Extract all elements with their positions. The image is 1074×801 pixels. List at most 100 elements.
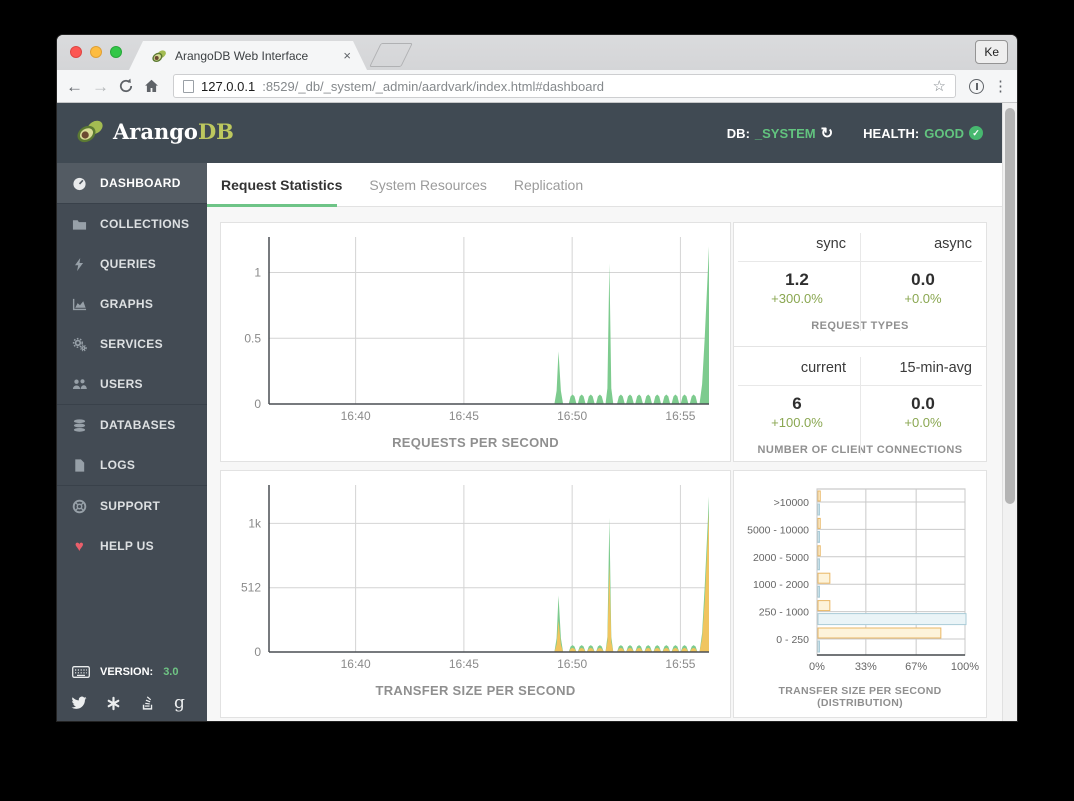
stat-col-header: sync [734, 236, 860, 252]
db-selector[interactable]: DB: _SYSTEM ↻ [727, 124, 833, 142]
area-chart-icon [72, 297, 87, 312]
transfer-size-panel: 16:4016:4516:5016:5505121k TRANSFER SIZE… [220, 470, 731, 718]
health-indicator: HEALTH: GOOD ✓ [863, 126, 983, 141]
svg-text:0: 0 [254, 645, 261, 659]
dashboard-content: 16:4016:4516:5016:5500.51 REQUESTS PER S… [207, 207, 1002, 721]
svg-text:33%: 33% [855, 661, 877, 673]
stat-delta: +300.0% [734, 291, 860, 306]
browser-menu-icon[interactable]: ⋮ [993, 77, 1008, 95]
address-bar[interactable]: 127.0.0.1 :8529/_db/_system/_admin/aardv… [173, 74, 956, 98]
sidebar-item-support[interactable]: SUPPORT [57, 486, 207, 526]
page-scrollbar[interactable] [1002, 103, 1017, 721]
keyboard-icon [72, 666, 90, 678]
close-window-button[interactable] [70, 46, 82, 58]
extension-icon[interactable] [969, 79, 984, 94]
minimize-window-button[interactable] [90, 46, 102, 58]
svg-text:67%: 67% [905, 661, 927, 673]
scrollbar-thumb[interactable] [1005, 108, 1015, 504]
sidebar-item-users[interactable]: USERS [57, 364, 207, 404]
tab-close-icon[interactable]: × [343, 48, 351, 63]
stat-value: 0.0 [860, 394, 986, 414]
app-header: ArangoDB DB: _SYSTEM ↻ HEALTH: GOOD ✓ [57, 103, 1017, 163]
slack-icon[interactable] [106, 696, 121, 711]
transfer-distribution-panel: 0%33%67%100%>100005000 - 100002000 - 500… [733, 470, 987, 718]
twitter-icon[interactable] [71, 695, 87, 711]
version-label: VERSION: [100, 666, 153, 678]
client-connections-group: current 15-min-avg 6 +100.0% 0.0 +0.0% [734, 347, 986, 462]
bookmark-star-icon[interactable]: ☆ [933, 77, 946, 95]
column-divider [860, 357, 861, 455]
svg-text:0%: 0% [809, 661, 825, 673]
svg-text:16:45: 16:45 [449, 409, 479, 423]
svg-text:16:40: 16:40 [341, 409, 371, 423]
stat-delta: +0.0% [860, 415, 986, 430]
svg-text:16:50: 16:50 [557, 409, 587, 423]
tab-title: ArangoDB Web Interface [175, 49, 335, 63]
dashboard-icon [72, 176, 87, 191]
arangodb-page: ArangoDB DB: _SYSTEM ↻ HEALTH: GOOD ✓ [57, 103, 1017, 721]
svg-text:1: 1 [254, 266, 261, 280]
sidebar-item-label: DATABASES [100, 418, 176, 432]
browser-profile-button[interactable]: Ke [975, 40, 1008, 64]
svg-text:16:55: 16:55 [665, 657, 695, 671]
svg-text:16:45: 16:45 [449, 657, 479, 671]
requests-per-second-chart: 16:4016:4516:5016:5500.51 [221, 223, 730, 428]
transfer-distribution-chart: 0%33%67%100%>100005000 - 100002000 - 500… [734, 471, 986, 676]
health-check-icon: ✓ [969, 126, 983, 140]
db-value: _SYSTEM [755, 126, 816, 141]
stackoverflow-icon[interactable] [140, 695, 155, 711]
google-icon[interactable]: g [174, 693, 185, 713]
logo-text: ArangoDB [113, 119, 234, 144]
sidebar-item-collections[interactable]: COLLECTIONS [57, 204, 207, 244]
sidebar-item-label: HELP US [100, 539, 154, 553]
stat-delta: +100.0% [734, 415, 860, 430]
sidebar-item-logs[interactable]: LOGS [57, 445, 207, 485]
sidebar-item-label: GRAPHS [100, 297, 153, 311]
sidebar-item-label: SUPPORT [100, 499, 160, 513]
stat-value: 1.2 [734, 270, 860, 290]
svg-text:>10000: >10000 [774, 497, 809, 509]
version-value: 3.0 [163, 666, 178, 678]
browser-toolbar: ← → 127.0.0.1 :8529/_db/_system/_admin/a… [57, 70, 1017, 103]
svg-text:0: 0 [254, 397, 261, 411]
tab-system-resources[interactable]: System Resources [369, 177, 486, 193]
db-label: DB: [727, 126, 750, 141]
home-icon[interactable] [143, 78, 160, 94]
bolt-icon [72, 257, 87, 272]
sidebar-item-dashboard[interactable]: DASHBOARD [57, 163, 207, 203]
health-label: HEALTH: [863, 126, 919, 141]
svg-text:2000 - 5000: 2000 - 5000 [753, 552, 809, 564]
reload-icon[interactable] [118, 78, 134, 94]
dashboard-tabbar: Request Statistics System Resources Repl… [207, 163, 1002, 207]
svg-text:1k: 1k [248, 516, 262, 530]
stat-col-header: 15-min-avg [860, 360, 986, 376]
forward-icon: → [92, 78, 109, 95]
tab-request-statistics[interactable]: Request Statistics [221, 177, 342, 193]
avocado-favicon [151, 48, 167, 64]
stat-col-header: current [734, 360, 860, 376]
database-icon [72, 418, 87, 433]
stat-delta: +0.0% [860, 291, 986, 306]
health-value: GOOD [924, 126, 964, 141]
sidebar-item-queries[interactable]: QUERIES [57, 244, 207, 284]
svg-text:250 - 1000: 250 - 1000 [759, 607, 809, 619]
sidebar-item-graphs[interactable]: GRAPHS [57, 284, 207, 324]
version-info: VERSION: 3.0 [72, 666, 178, 678]
arangodb-logo[interactable]: ArangoDB [75, 118, 234, 145]
avocado-logo-icon [75, 118, 105, 145]
browser-tab[interactable]: ArangoDB Web Interface × [129, 41, 367, 70]
db-refresh-icon[interactable]: ↻ [821, 124, 834, 142]
back-icon[interactable]: ← [66, 78, 83, 95]
sidebar-item-databases[interactable]: DATABASES [57, 405, 207, 445]
sidebar-item-services[interactable]: SERVICES [57, 324, 207, 364]
chart-caption: REQUESTS PER SECOND [221, 435, 730, 450]
sidebar-item-help-us[interactable]: ♥ HELP US [57, 526, 207, 566]
heart-icon: ♥ [72, 538, 87, 555]
browser-tabstrip: ArangoDB Web Interface × Ke [57, 35, 1017, 70]
svg-text:512: 512 [241, 581, 261, 595]
zoom-window-button[interactable] [110, 46, 122, 58]
stat-col-header: async [860, 236, 986, 252]
users-icon [72, 377, 87, 392]
new-tab-button[interactable] [369, 43, 413, 67]
tab-replication[interactable]: Replication [514, 177, 583, 193]
